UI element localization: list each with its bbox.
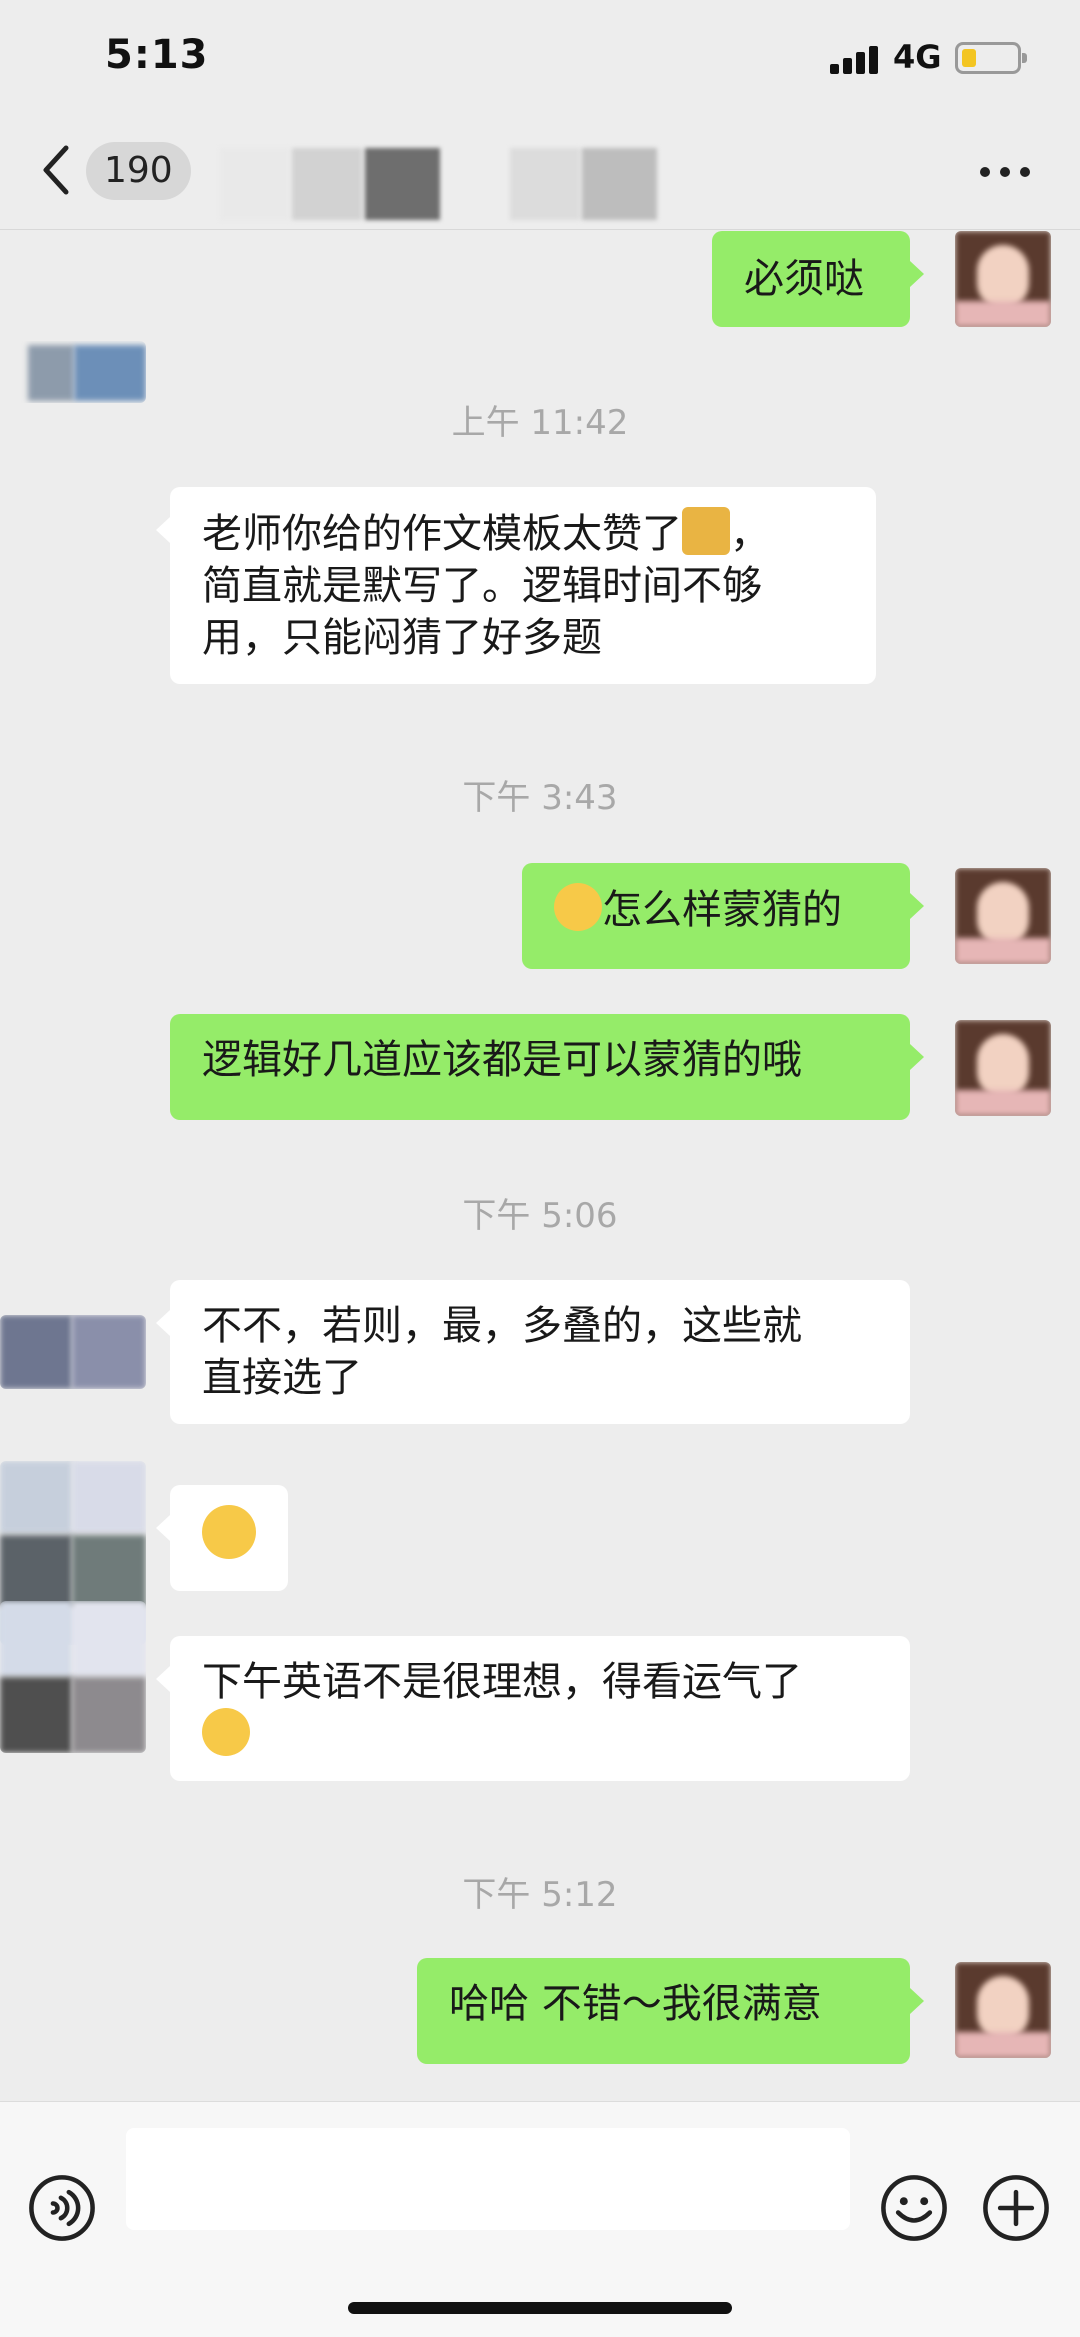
message-text: 直接选了 bbox=[202, 1355, 362, 1401]
avatar[interactable] bbox=[0, 341, 146, 403]
home-indicator[interactable] bbox=[348, 2302, 732, 2314]
avatar[interactable] bbox=[955, 1962, 1051, 2058]
message-bubble-outgoing[interactable]: 必须哒 bbox=[712, 231, 924, 327]
chevron-left-icon[interactable] bbox=[38, 142, 78, 198]
message-bubble-incoming[interactable]: 下午英语不是很理想，得看运气了 bbox=[156, 1636, 910, 1781]
battery-low-icon bbox=[955, 42, 1027, 74]
status-time: 5:13 bbox=[105, 32, 209, 78]
message-input[interactable] bbox=[126, 2128, 850, 2230]
message-bubble-incoming[interactable]: 老师你给的作文模板太赞了， 简直就是默写了。逻辑时间不够 用，只能闷猜了好多题 bbox=[156, 487, 876, 684]
message-text: 下午英语不是很理想，得看运气了 bbox=[202, 1659, 802, 1705]
chat-message-list[interactable]: 必须哒 上午 11:42 老师你给的作文模板太赞了， 简直就是默写了。逻辑时间不… bbox=[0, 231, 1080, 2101]
timestamp: 下午 3:43 bbox=[462, 778, 618, 818]
message-bubble-outgoing[interactable]: 怎么样蒙猜的 bbox=[522, 863, 924, 969]
timestamp: 上午 11:42 bbox=[451, 403, 629, 443]
blurred-chat-title bbox=[220, 148, 660, 220]
message-text: 用，只能闷猜了好多题 bbox=[202, 615, 602, 661]
message-text: 老师你给的作文模板太赞了 bbox=[202, 511, 682, 557]
message-text: 逻辑好几道应该都是可以蒙猜的哦 bbox=[202, 1037, 802, 1083]
plus-icon[interactable] bbox=[982, 2174, 1050, 2242]
message-text: 怎么样蒙猜的 bbox=[602, 887, 842, 933]
chat-header: 190 bbox=[0, 110, 1080, 230]
avatar[interactable] bbox=[955, 868, 1051, 964]
message-bubble-outgoing[interactable]: 逻辑好几道应该都是可以蒙猜的哦 bbox=[170, 1014, 924, 1120]
grinning-face-icon bbox=[554, 883, 602, 931]
grinning-face-icon bbox=[202, 1505, 256, 1559]
smiley-icon[interactable] bbox=[880, 2174, 948, 2242]
message-text: 必须哒 bbox=[744, 256, 864, 302]
message-text: 简直就是默写了。逻辑时间不够 bbox=[202, 563, 762, 609]
more-dots-icon[interactable] bbox=[980, 167, 1030, 179]
message-text: 哈哈 不错～我很满意 bbox=[449, 1981, 822, 2027]
avatar[interactable] bbox=[0, 1601, 146, 1753]
avatar[interactable] bbox=[955, 1020, 1051, 1116]
avatar[interactable] bbox=[0, 1315, 146, 1389]
status-bar: 5:13 4G bbox=[0, 0, 1080, 110]
unread-count-badge[interactable]: 190 bbox=[86, 142, 191, 200]
message-bubble-incoming[interactable]: 不不，若则，最，多叠的，这些就 直接选了 bbox=[156, 1280, 910, 1424]
avatar[interactable] bbox=[955, 231, 1051, 327]
timestamp: 下午 5:06 bbox=[462, 1196, 618, 1236]
laughing-crying-face-icon bbox=[202, 1708, 250, 1756]
message-bubble-outgoing[interactable]: 哈哈 不错～我很满意 bbox=[417, 1958, 924, 2064]
voice-icon[interactable] bbox=[28, 2174, 96, 2242]
message-text: 不不，若则，最，多叠的，这些就 bbox=[202, 1303, 802, 1349]
timestamp: 下午 5:12 bbox=[462, 1875, 618, 1915]
thumbs-up-icon bbox=[682, 507, 730, 555]
network-type: 4G bbox=[893, 38, 942, 76]
message-bubble-incoming[interactable] bbox=[156, 1485, 288, 1591]
signal-bars-icon bbox=[830, 44, 880, 74]
